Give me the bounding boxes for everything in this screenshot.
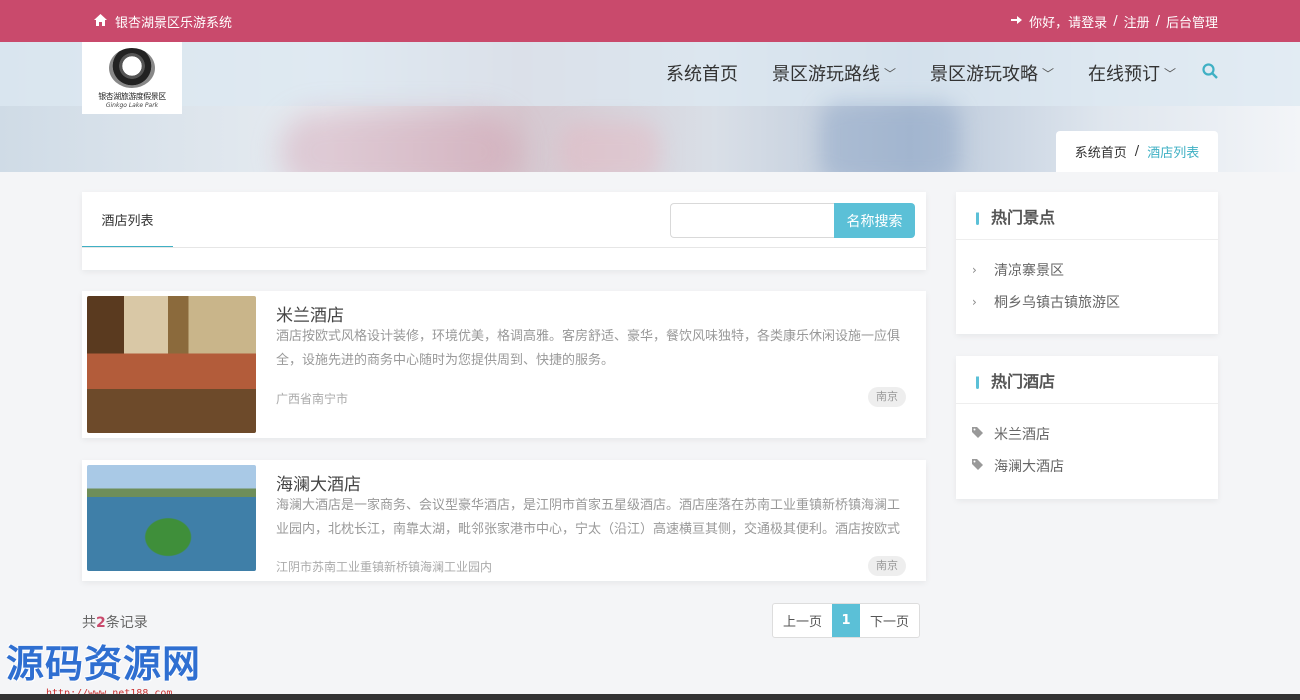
name-search-input[interactable]	[670, 203, 835, 238]
breadcrumb: 系统首页 / 酒店列表	[1056, 131, 1218, 172]
hotel-name[interactable]: 海澜大酒店	[276, 470, 361, 495]
chevron-right-icon: ›	[972, 263, 977, 277]
register-link[interactable]: 注册	[1124, 12, 1150, 31]
hotel-description: 酒店按欧式风格设计装修，环境优美，格调高雅。客房舒适、豪华，餐饮风味独特，各类康…	[276, 329, 901, 368]
hot-spots-title: 热门景点	[991, 207, 1056, 227]
hotel-name[interactable]: 米兰酒店	[276, 301, 344, 326]
hotel-address: 广西省南宁市	[276, 392, 349, 406]
tag-icon	[972, 427, 984, 441]
logo-text: 银杏湖旅游度假景区	[98, 91, 166, 101]
chevron-down-icon: ﹀	[1041, 66, 1054, 81]
hot-spot-label: 清凉寨景区	[994, 263, 1064, 279]
nav-booking[interactable]: 在线预订 ﹀	[1088, 60, 1176, 86]
watermark-title: 源码资源网	[6, 642, 202, 686]
record-count-prefix: 共	[82, 615, 96, 631]
record-count-suffix: 条记录	[105, 615, 148, 631]
chevron-down-icon: ﹀	[883, 66, 896, 81]
name-search-button[interactable]: 名称搜索	[834, 203, 915, 238]
hotel-image[interactable]	[87, 465, 256, 571]
hotel-address: 江阴市苏南工业重镇新桥镇海澜工业园内	[276, 560, 493, 574]
site-logo[interactable]: 银杏湖旅游度假景区 Ginkgo Lake Park	[82, 42, 182, 114]
hot-spot-label: 桐乡乌镇古镇旅游区	[994, 295, 1120, 311]
nav-home-label: 系统首页	[665, 64, 738, 85]
logo-emblem	[109, 47, 155, 88]
home-icon	[94, 13, 107, 30]
sign-in-icon	[1011, 14, 1023, 30]
city-badge: 南京	[868, 556, 906, 576]
nav-routes-label: 景区游玩路线	[771, 64, 880, 85]
watermark: 源码资源网 http://www.net188.com	[6, 633, 201, 699]
chevron-right-icon: ›	[972, 295, 977, 309]
admin-link[interactable]: 后台管理	[1166, 12, 1218, 31]
top-bar: 银杏湖景区乐游系统 你好，请登录 / 注册 / 后台管理	[0, 0, 1300, 42]
hot-hotels-panel: 热门酒店 米兰酒店 海澜大酒店	[956, 356, 1218, 499]
logo-subtext: Ginkgo Lake Park	[105, 101, 159, 109]
header-accent-bar	[976, 206, 979, 225]
hot-hotel-label: 米兰酒店	[994, 427, 1050, 443]
breadcrumb-separator: /	[1134, 144, 1140, 159]
separator: /	[1155, 14, 1160, 29]
hot-hotel-label: 海澜大酒店	[994, 459, 1064, 475]
page-1-button[interactable]: 1	[832, 604, 861, 637]
list-header-card: 酒店列表 名称搜索	[82, 192, 926, 270]
chevron-down-icon: ﹀	[1163, 66, 1176, 81]
prev-page-button[interactable]: 上一页	[773, 604, 832, 637]
hot-spots-header: 热门景点	[956, 192, 1218, 240]
pagination: 上一页 1 下一页	[772, 603, 921, 638]
hot-hotels-title: 热门酒店	[991, 371, 1056, 391]
record-count: 共2条记录	[82, 612, 148, 632]
hot-hotels-header: 热门酒店	[956, 356, 1218, 404]
next-page-button[interactable]: 下一页	[860, 604, 919, 637]
hot-spot-item[interactable]: › 桐乡乌镇古镇旅游区	[972, 286, 1202, 318]
nav-booking-label: 在线预订	[1087, 64, 1160, 85]
search-icon[interactable]	[1202, 62, 1218, 84]
banner-decoration	[820, 102, 960, 172]
site-name: 银杏湖景区乐游系统	[115, 16, 233, 31]
breadcrumb-current: 酒店列表	[1147, 146, 1200, 161]
breadcrumb-home[interactable]: 系统首页	[1075, 142, 1127, 161]
hotel-card[interactable]: 米兰酒店 酒店按欧式风格设计装修，环境优美，格调高雅。客房舒适、豪华，餐饮风味独…	[82, 291, 926, 438]
hotel-image[interactable]	[87, 296, 256, 433]
nav-routes[interactable]: 景区游玩路线 ﹀	[772, 60, 896, 86]
hotel-card[interactable]: 海澜大酒店 海澜大酒店是一家商务、会议型豪华酒店，是江阴市首家五星级酒店。酒店座…	[82, 460, 926, 581]
hotel-description: 海澜大酒店是一家商务、会议型豪华酒店，是江阴市首家五星级酒店。酒店座落在苏南工业…	[276, 498, 901, 537]
site-title-group[interactable]: 银杏湖景区乐游系统	[94, 12, 232, 31]
city-badge: 南京	[868, 387, 906, 407]
main-nav: 系统首页 景区游玩路线 ﹀ 景区游玩攻略 ﹀ 在线预订 ﹀	[632, 60, 1218, 86]
banner-decoration	[560, 122, 660, 172]
tab-divider	[82, 247, 926, 248]
tab-hotel-list[interactable]: 酒店列表	[82, 192, 173, 248]
header-accent-bar	[976, 370, 979, 389]
separator: /	[1113, 14, 1118, 29]
footer-strip	[0, 694, 1300, 700]
tag-icon	[972, 459, 984, 473]
record-count-number: 2	[96, 615, 106, 631]
nav-guides-label: 景区游玩攻略	[929, 64, 1038, 85]
hot-hotel-item[interactable]: 海澜大酒店	[972, 450, 1202, 482]
hot-spot-item[interactable]: › 清凉寨景区	[972, 254, 1202, 286]
login-link[interactable]: 你好，请登录	[1029, 12, 1107, 31]
hot-spots-panel: 热门景点 › 清凉寨景区 › 桐乡乌镇古镇旅游区	[956, 192, 1218, 334]
nav-guides[interactable]: 景区游玩攻略 ﹀	[930, 60, 1054, 86]
hot-hotel-item[interactable]: 米兰酒店	[972, 418, 1202, 450]
user-links: 你好，请登录 / 注册 / 后台管理	[1011, 12, 1218, 31]
banner-decoration	[280, 112, 520, 172]
nav-home[interactable]: 系统首页	[666, 60, 738, 86]
